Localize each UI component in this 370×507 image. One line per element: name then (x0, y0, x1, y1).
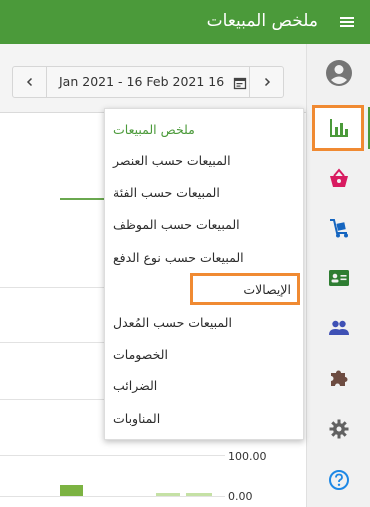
menu-item-sales-summary[interactable]: ملخص المبيعات (113, 117, 293, 141)
sidebar-item-help[interactable] (307, 457, 370, 503)
chart-bar (60, 485, 83, 496)
contact-card-icon (329, 270, 349, 286)
shopping-basket-icon (330, 168, 348, 187)
gridline (0, 399, 104, 400)
menu-item-receipts[interactable]: الإيصالات (190, 273, 300, 305)
sidebar-item-employees[interactable] (307, 255, 370, 301)
people-icon (329, 320, 349, 335)
page-title: ملخص المبيعات (206, 11, 318, 31)
puzzle-icon (331, 370, 348, 386)
gridline (0, 455, 225, 456)
gridline (0, 496, 225, 497)
chart-bar (156, 493, 180, 496)
menu-item-taxes[interactable]: الضرائب (113, 373, 293, 397)
calendar-icon[interactable] (233, 75, 247, 90)
account-button[interactable] (307, 50, 370, 96)
sidebar-item-customers[interactable] (307, 305, 370, 351)
gear-icon (329, 419, 349, 439)
chevron-right-icon[interactable] (249, 67, 283, 97)
gridline (0, 342, 104, 343)
menu-item-sales-by-employee[interactable]: المبيعات حسب الموظف (113, 212, 293, 236)
bar-chart-icon (330, 119, 348, 137)
app-header: ملخص المبيعات (0, 0, 370, 44)
date-range-text[interactable]: Jan 2021 - 16 Feb 2021 16 (59, 74, 224, 89)
help-icon (329, 470, 349, 490)
dolly-icon (330, 219, 348, 238)
hamburger-menu-icon[interactable] (336, 11, 358, 33)
menu-item-shifts[interactable]: المناوبات (113, 406, 293, 430)
navigation-sidebar (306, 44, 370, 507)
sidebar-item-items[interactable] (307, 156, 370, 202)
account-circle-icon (326, 60, 352, 86)
menu-item-sales-by-modifier[interactable]: المبيعات حسب المُعدل (113, 310, 293, 334)
y-axis-tick-label: 100.00 (228, 450, 267, 463)
gridline (0, 287, 104, 288)
chevron-left-icon[interactable] (13, 67, 47, 97)
reports-dropdown-menu: ملخص المبيعات المبيعات حسب العنصر المبيع… (104, 108, 304, 440)
menu-item-sales-by-payment-type[interactable]: المبيعات حسب نوع الدفع (113, 245, 293, 269)
sidebar-item-settings[interactable] (307, 406, 370, 452)
chart-bar (186, 493, 212, 496)
menu-item-sales-by-item[interactable]: المبيعات حسب العنصر (113, 148, 293, 172)
sidebar-item-reports[interactable] (307, 105, 370, 151)
y-axis-tick-label: 0.00 (228, 490, 253, 503)
menu-item-discounts[interactable]: الخصومات (113, 342, 293, 366)
sidebar-item-inventory[interactable] (307, 205, 370, 251)
sidebar-item-integrations[interactable] (307, 355, 370, 401)
menu-item-sales-by-category[interactable]: المبيعات حسب الفئة (113, 180, 293, 204)
chart-line-segment (60, 198, 104, 200)
date-range-picker: Jan 2021 - 16 Feb 2021 16 (12, 66, 284, 98)
